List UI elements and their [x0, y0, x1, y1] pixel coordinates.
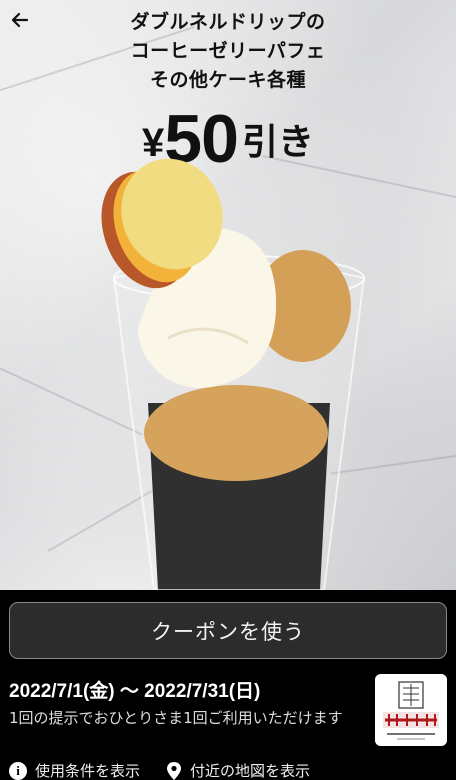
- discount-suffix: 引き: [241, 122, 314, 163]
- promo-title: ダブルネルドリップの コーヒーゼリーパフェ その他ケーキ各種: [0, 8, 456, 95]
- coupon-panel: クーポンを使う 2022/7/1(金) 〜 2022/7/31(日) 1回の提示…: [0, 590, 456, 780]
- store-logo: [375, 674, 447, 746]
- info-icon: i: [9, 761, 27, 780]
- show-terms-label: 使用条件を表示: [35, 762, 141, 780]
- store-logo-image: [375, 674, 447, 746]
- map-pin-icon: [167, 761, 182, 780]
- show-map-link[interactable]: 付近の地図を表示: [166, 760, 310, 780]
- macaron-image: [101, 158, 223, 289]
- coupon-hero-image: ダブルネルドリップの コーヒーゼリーパフェ その他ケーキ各種 ¥50 引き: [0, 0, 456, 590]
- show-terms-link[interactable]: i 使用条件を表示: [9, 760, 140, 780]
- coupon-links: i 使用条件を表示 付近の地図を表示: [9, 760, 310, 780]
- validity-period: 2022/7/1(金) 〜 2022/7/31(日): [9, 681, 261, 702]
- promo-title-line-2: コーヒーゼリーパフェ: [130, 40, 326, 62]
- usage-note: 1回の提示でおひとりさま1回ご利用いただけます: [9, 709, 343, 727]
- use-coupon-button[interactable]: クーポンを使う: [9, 602, 447, 659]
- show-map-label: 付近の地図を表示: [190, 762, 311, 780]
- promo-title-line-3: その他ケーキ各種: [149, 69, 306, 91]
- promo-title-line-1: ダブルネルドリップの: [130, 11, 326, 33]
